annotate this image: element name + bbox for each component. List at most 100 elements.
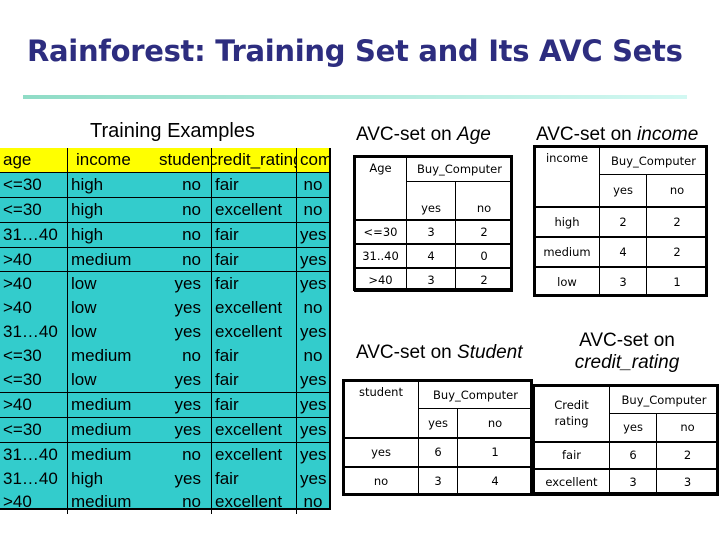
yes-count: 3 bbox=[406, 266, 456, 292]
cell-comp: no bbox=[296, 490, 329, 515]
cell-age: <=30 bbox=[0, 197, 68, 223]
avc-row: yes 6 1 bbox=[343, 436, 533, 467]
cell-credit-rating: excellent bbox=[211, 442, 297, 467]
cell-income: low bbox=[67, 271, 156, 297]
heading-prefix: AVC-set on bbox=[356, 124, 458, 145]
attr-value: no bbox=[343, 465, 419, 496]
cell-credit-rating: fair bbox=[211, 344, 297, 369]
no-count: 0 bbox=[455, 242, 513, 268]
cell-comp: yes bbox=[296, 466, 329, 491]
cell-age: <=30 bbox=[0, 368, 68, 393]
slide-title: Rainforest: Training Set and Its AVC Set… bbox=[27, 34, 683, 68]
cell-comp: yes bbox=[296, 368, 329, 393]
avc-age-heading: AVC-set on Age bbox=[356, 124, 491, 146]
cell-student: yes bbox=[174, 298, 201, 318]
cell-comp: yes bbox=[296, 222, 329, 248]
attr-header: Credit rating bbox=[533, 385, 610, 442]
no-count: 2 bbox=[646, 205, 708, 237]
no-count: 2 bbox=[455, 218, 513, 244]
cell-age: <=30 bbox=[3, 346, 42, 366]
class-header: Buy_Computer bbox=[599, 146, 708, 175]
cell-credit-rating: excellent bbox=[211, 296, 297, 321]
cell-credit-rating: fair bbox=[211, 247, 297, 273]
no-header: no bbox=[457, 408, 533, 438]
training-heading: Training Examples bbox=[90, 120, 255, 142]
attr-value: high bbox=[534, 205, 600, 237]
training-row: <=30 high no fair no bbox=[0, 172, 329, 198]
no-count: 1 bbox=[646, 265, 708, 297]
avc-income-heading: AVC-set on income bbox=[536, 124, 698, 146]
attr-header: student bbox=[343, 380, 419, 438]
cell-student: yes bbox=[174, 468, 201, 488]
cell-age: >40 bbox=[3, 274, 32, 294]
cell-age: >40 bbox=[0, 247, 68, 273]
cell-credit-rating: excellent bbox=[211, 320, 297, 345]
cell-student: no bbox=[182, 346, 201, 366]
cell-student: no bbox=[156, 222, 212, 248]
training-row: <=30 medium no fair no bbox=[0, 344, 329, 369]
cell-age: >40 bbox=[3, 298, 32, 318]
training-body: <=30 high no fair no <=30 high no excellent no 31…… bbox=[0, 172, 329, 515]
cell-comp: yes bbox=[296, 442, 329, 467]
no-count: 2 bbox=[646, 235, 708, 267]
avc-row: excellent 3 3 bbox=[533, 467, 719, 496]
cell-income: medium bbox=[67, 247, 156, 273]
col-header-comp: comp bbox=[296, 148, 329, 173]
cell-student: yes bbox=[174, 274, 201, 294]
cell-income: medium bbox=[67, 392, 156, 418]
yes-count: 3 bbox=[406, 218, 456, 244]
cell-income: low bbox=[67, 320, 156, 345]
cell-comp: yes bbox=[296, 271, 329, 297]
avc-credit-heading: AVC-set on credit_rating bbox=[572, 330, 682, 374]
avc-row: fair 6 2 bbox=[533, 440, 719, 469]
cell-credit-rating: excellent bbox=[211, 417, 297, 443]
cell-student: no bbox=[182, 492, 201, 512]
cell-student: no bbox=[156, 197, 212, 223]
no-header: no bbox=[656, 413, 719, 442]
training-header-row: age income student credit_rating comp bbox=[0, 148, 329, 173]
cell-credit-rating: fair bbox=[211, 392, 297, 418]
cell-student: yes bbox=[156, 417, 212, 443]
no-header: no bbox=[455, 181, 513, 220]
cell-age: >40 bbox=[0, 392, 68, 418]
col-header-credit-rating: credit_rating bbox=[211, 148, 297, 173]
training-row: >40 low yes fair yes bbox=[0, 271, 329, 297]
training-row: 31…40 low yes excellent yes bbox=[0, 320, 329, 345]
yes-count: 3 bbox=[418, 465, 458, 496]
cell-income: high bbox=[67, 197, 156, 223]
class-header: Buy_Computer bbox=[609, 385, 719, 414]
cell-comp: no bbox=[296, 197, 329, 223]
avc-header-row: student Buy_Computer bbox=[343, 380, 533, 438]
title-divider bbox=[23, 95, 687, 99]
cell-age: 31…40 bbox=[0, 222, 68, 248]
cell-credit-rating: fair bbox=[211, 172, 297, 198]
yes-count: 4 bbox=[599, 235, 647, 267]
cell-comp: yes bbox=[296, 392, 329, 418]
avc-row: no 3 4 bbox=[343, 465, 533, 496]
heading-attr: credit_rating bbox=[574, 352, 680, 373]
attr-value: 31..40 bbox=[354, 242, 407, 268]
no-count: 3 bbox=[656, 467, 719, 496]
yes-count: 2 bbox=[599, 205, 647, 237]
avc-row: 31..40 4 0 bbox=[354, 242, 513, 268]
avc-row: high 2 2 bbox=[534, 205, 708, 237]
avc-table-frame: Age Buy_Computer yes no <=30 3 2 31..40 4 0 >40 3 2 bbox=[353, 155, 513, 292]
cell-income: high bbox=[67, 172, 156, 198]
avc-table-frame: student Buy_Computer yes no yes 6 1 no 3 4 bbox=[342, 379, 533, 496]
training-row: <=30 medium yes excellent yes bbox=[0, 417, 329, 443]
cell-student: no bbox=[182, 444, 201, 464]
training-row: >40 medium no fair yes bbox=[0, 247, 329, 273]
cell-income: medium bbox=[67, 417, 156, 443]
training-row: 31…40 medium no excellent yes bbox=[0, 442, 329, 467]
avc-table-frame: Credit rating Buy_Computer yes no fair 6 2 exce… bbox=[532, 384, 719, 496]
training-row: >40 low yes excellent no bbox=[0, 296, 329, 321]
yes-count: 6 bbox=[609, 440, 657, 469]
cell-credit-rating: fair bbox=[211, 271, 297, 297]
yes-count: 3 bbox=[599, 265, 647, 297]
class-header: Buy_Computer bbox=[418, 380, 533, 409]
avc-row: >40 3 2 bbox=[354, 266, 513, 292]
yes-header: yes bbox=[406, 181, 456, 220]
heading-prefix: AVC-set on bbox=[356, 342, 458, 363]
yes-count: 3 bbox=[609, 467, 657, 496]
cell-credit-rating: excellent bbox=[211, 490, 297, 515]
